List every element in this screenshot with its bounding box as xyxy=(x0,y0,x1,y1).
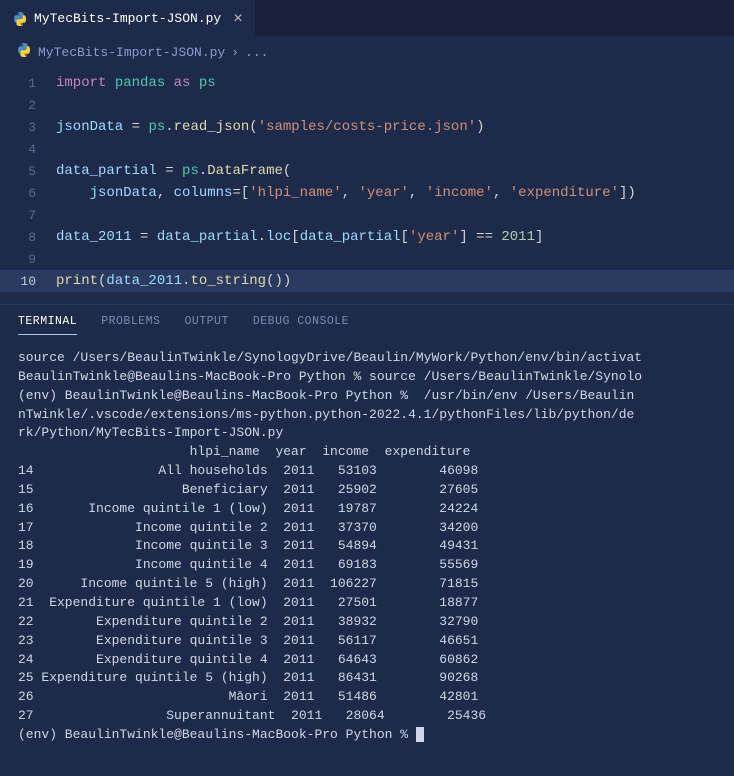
tab-filename: MyTecBits-Import-JSON.py xyxy=(34,11,221,26)
code-line: 10 print(data_2011.to_string()) xyxy=(0,270,734,292)
line-number: 9 xyxy=(0,252,56,267)
terminal-output[interactable]: source /Users/BeaulinTwinkle/SynologyDri… xyxy=(0,345,734,749)
table-row: 14 All households 2011 53103 46098 xyxy=(18,463,478,478)
tab-output[interactable]: OUTPUT xyxy=(184,315,228,335)
code-editor[interactable]: 1 import pandas as ps 2 3 jsonData = ps.… xyxy=(0,68,734,304)
line-number: 7 xyxy=(0,208,56,223)
line-number: 8 xyxy=(0,230,56,245)
table-row: 17 Income quintile 2 2011 37370 34200 xyxy=(18,520,478,535)
line-number: 6 xyxy=(0,186,56,201)
line-number: 1 xyxy=(0,76,56,91)
panel-tab-bar: TERMINAL PROBLEMS OUTPUT DEBUG CONSOLE xyxy=(0,315,734,345)
code-line: 8 data_2011 = data_partial.loc[data_part… xyxy=(0,226,734,248)
python-icon xyxy=(12,11,28,27)
terminal-cursor-icon xyxy=(416,727,424,742)
close-icon[interactable]: × xyxy=(233,10,243,28)
code-line: 1 import pandas as ps xyxy=(0,72,734,94)
table-row: 21 Expenditure quintile 1 (low) 2011 275… xyxy=(18,595,478,610)
table-row: 26 Māori 2011 51486 42801 xyxy=(18,689,478,704)
code-line: 9 xyxy=(0,248,734,270)
table-row: 18 Income quintile 3 2011 54894 49431 xyxy=(18,538,478,553)
table-row: 27 Superannuitant 2011 28064 25436 xyxy=(18,708,486,723)
breadcrumb-file: MyTecBits-Import-JSON.py xyxy=(38,45,225,60)
code-line: 3 jsonData = ps.read_json('samples/costs… xyxy=(0,116,734,138)
editor-tab[interactable]: MyTecBits-Import-JSON.py × xyxy=(0,0,255,36)
table-row: 22 Expenditure quintile 2 2011 38932 327… xyxy=(18,614,478,629)
code-line: 5 data_partial = ps.DataFrame( xyxy=(0,160,734,182)
tab-problems[interactable]: PROBLEMS xyxy=(101,315,160,335)
terminal-prompt: (env) BeaulinTwinkle@Beaulins-MacBook-Pr… xyxy=(18,727,416,742)
table-row: 19 Income quintile 4 2011 69183 55569 xyxy=(18,557,478,572)
table-row: 15 Beneficiary 2011 25902 27605 xyxy=(18,482,478,497)
table-row: 16 Income quintile 1 (low) 2011 19787 24… xyxy=(18,501,478,516)
chevron-right-icon: › xyxy=(231,45,239,60)
line-number: 10 xyxy=(0,274,56,289)
python-icon xyxy=(16,42,32,62)
table-row: 23 Expenditure quintile 3 2011 56117 466… xyxy=(18,633,478,648)
breadcrumb[interactable]: MyTecBits-Import-JSON.py › ... xyxy=(0,36,734,68)
code-line: 7 xyxy=(0,204,734,226)
line-number: 5 xyxy=(0,164,56,179)
line-number: 3 xyxy=(0,120,56,135)
tab-bar: MyTecBits-Import-JSON.py × xyxy=(0,0,734,36)
code-line: 6 jsonData, columns=['hlpi_name', 'year'… xyxy=(0,182,734,204)
bottom-panel: TERMINAL PROBLEMS OUTPUT DEBUG CONSOLE s… xyxy=(0,304,734,749)
code-line: 4 xyxy=(0,138,734,160)
line-number: 2 xyxy=(0,98,56,113)
code-line: 2 xyxy=(0,94,734,116)
terminal-preamble: source /Users/BeaulinTwinkle/SynologyDri… xyxy=(18,350,642,440)
tab-debug-console[interactable]: DEBUG CONSOLE xyxy=(253,315,349,335)
table-row: 24 Expenditure quintile 4 2011 64643 608… xyxy=(18,652,478,667)
line-number: 4 xyxy=(0,142,56,157)
table-row: 20 Income quintile 5 (high) 2011 106227 … xyxy=(18,576,478,591)
tab-terminal[interactable]: TERMINAL xyxy=(18,315,77,335)
table-header: hlpi_name year income expenditure xyxy=(18,444,470,459)
breadcrumb-rest: ... xyxy=(245,45,268,60)
table-row: 25 Expenditure quintile 5 (high) 2011 86… xyxy=(18,670,478,685)
